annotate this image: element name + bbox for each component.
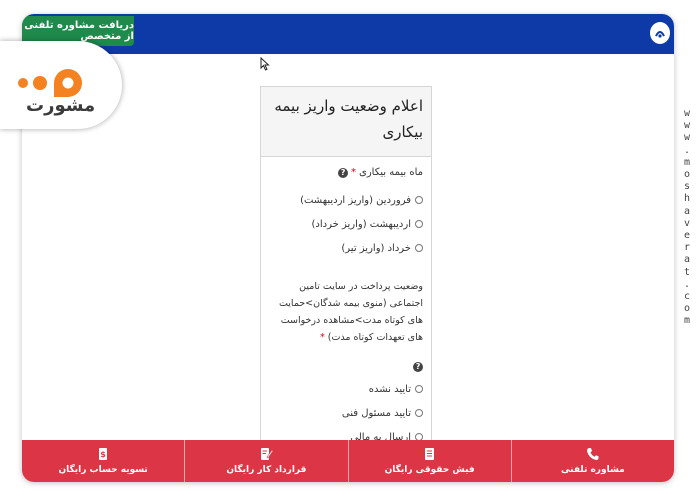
option-label: تایید نشده <box>368 383 411 395</box>
form-title: اعلام وضعیت واریز بیمه بیکاری <box>274 97 423 141</box>
option-label: اردیبهشت (واریز خرداد) <box>311 218 412 230</box>
option-label: خرداد (واریز تیر) <box>341 242 411 254</box>
brand-logo: مشورت <box>0 41 122 129</box>
question-text: وضعیت پرداخت در سایت تامین اجتماعی (منوی… <box>278 281 423 343</box>
question-text: ماه بیمه بیکاری <box>359 167 423 178</box>
nav-settlement[interactable]: $ تسویه حساب رایگان <box>22 440 184 482</box>
document-icon <box>425 448 435 460</box>
brand-name: مشورت <box>26 95 96 116</box>
help-icon[interactable]: ? <box>413 361 423 372</box>
money-icon: $ <box>99 448 108 460</box>
nav-payslip[interactable]: فیش حقوقی رایگان <box>347 440 511 482</box>
form-header: اعلام وضعیت واریز بیمه بیکاری <box>261 87 431 157</box>
radio-option[interactable]: اردیبهشت (واریز خرداد) <box>269 212 423 236</box>
required-marker: * <box>319 332 325 343</box>
brand-dots-icon <box>18 69 82 97</box>
help-icon[interactable]: ? <box>338 167 349 178</box>
radio-button[interactable] <box>415 244 423 252</box>
radio-button[interactable] <box>415 196 423 204</box>
required-marker: * <box>351 167 357 178</box>
nav-label: تسویه حساب رایگان <box>58 465 148 475</box>
radio-option[interactable]: فروردین (واریز اردیبهشت) <box>269 188 423 212</box>
question-status-label: وضعیت پرداخت در سایت تامین اجتماعی (منوی… <box>269 278 423 346</box>
nav-phone-consult[interactable]: مشاوره تلفنی <box>510 440 674 482</box>
option-label: تایید مسئول فنی <box>341 407 411 419</box>
radio-button[interactable] <box>415 385 423 393</box>
nav-label: مشاوره تلفنی <box>561 465 625 475</box>
mouse-cursor-icon <box>260 56 270 75</box>
site-header: دریافت مشاوره تلفنی از متخصص <box>22 14 674 54</box>
nav-contract[interactable]: قرارداد کار رایگان <box>184 440 347 482</box>
bottom-nav-bar: مشاوره تلفنی فیش حقوقی رایگان قرارداد کا… <box>22 440 674 482</box>
radio-button[interactable] <box>415 409 423 417</box>
radio-option[interactable]: تایید مسئول فنی <box>269 401 423 425</box>
form-body: ماه بیمه بیکاری * ? فروردین (واریز اردیب… <box>261 157 431 455</box>
nav-label: قرارداد کار رایگان <box>226 465 307 475</box>
option-label: فروردین (واریز اردیبهشت) <box>300 194 411 206</box>
radio-option[interactable]: تایید نشده <box>269 377 423 401</box>
nav-label: فیش حقوقی رایگان <box>384 465 475 475</box>
radio-option[interactable]: خرداد (واریز تیر) <box>269 236 423 260</box>
phone-icon <box>587 448 599 460</box>
site-logo-icon[interactable] <box>650 22 670 44</box>
site-watermark: www.moshaverat.com <box>683 108 691 327</box>
question-month-label: ماه بیمه بیکاری * ? <box>269 167 423 178</box>
help-row: ? <box>269 354 423 373</box>
contract-icon <box>260 448 273 460</box>
svg-text:$: $ <box>100 450 106 459</box>
radio-button[interactable] <box>415 220 423 228</box>
form-card: اعلام وضعیت واریز بیمه بیکاری ماه بیمه ب… <box>260 86 432 456</box>
